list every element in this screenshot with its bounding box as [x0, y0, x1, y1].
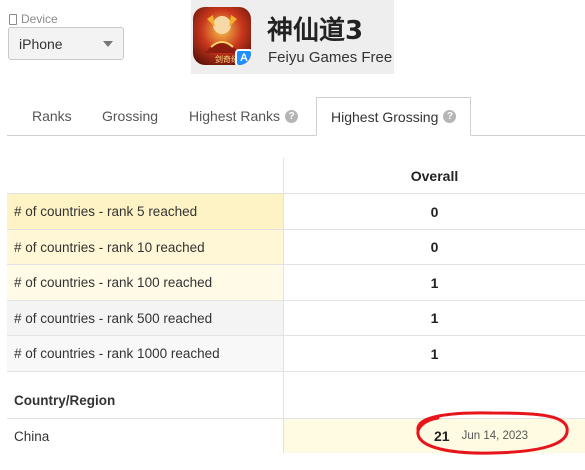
app-icon[interactable]: 剑奇缘 A: [193, 7, 251, 65]
country-region-header: Country/Region: [7, 372, 284, 418]
app-title[interactable]: 神仙道3: [267, 10, 363, 47]
table-row: # of countries - rank 5 reached 0: [7, 194, 585, 230]
row-value: 1: [430, 345, 439, 362]
red-circle-annotation: [416, 411, 569, 455]
row-value: 0: [430, 239, 439, 255]
row-label: # of countries - rank 1000 reached: [7, 336, 284, 371]
tab-ranks[interactable]: Ranks: [32, 97, 72, 135]
row-label: # of countries - rank 5 reached: [7, 194, 284, 229]
column-header-overall: Overall: [410, 167, 459, 184]
tab-label: Highest Ranks: [189, 108, 281, 124]
help-icon[interactable]: ?: [443, 110, 457, 123]
country-rank-cell: 21 Jun 14, 2023: [284, 411, 585, 455]
device-label: Device: [9, 12, 58, 26]
tab-label: Grossing: [102, 108, 159, 124]
table-row: # of countries - rank 1000 reached 1: [7, 336, 585, 372]
table-header-empty: [7, 158, 284, 193]
device-label-text: Device: [21, 12, 58, 26]
row-label: # of countries - rank 100 reached: [7, 265, 284, 300]
country-name[interactable]: China: [7, 419, 284, 453]
table-row: # of countries - rank 500 reached 1: [7, 301, 585, 336]
chevron-down-icon: [103, 40, 113, 47]
table-row[interactable]: China 21 Jun 14, 2023: [7, 411, 585, 455]
app-store-icon: A: [235, 49, 251, 65]
device-select[interactable]: iPhone: [8, 27, 124, 60]
table-header-row: Overall: [7, 158, 585, 194]
row-value: 1: [430, 310, 439, 326]
row-value: 0: [430, 203, 439, 220]
tab-grossing[interactable]: Grossing: [102, 97, 158, 135]
device-select-value: iPhone: [19, 35, 63, 52]
help-icon[interactable]: ?: [285, 109, 299, 123]
tab-label: Highest Grossing: [331, 108, 439, 125]
app-developer[interactable]: Feiyu Games Free: [268, 49, 392, 66]
row-value: 1: [430, 274, 439, 291]
table-row: # of countries - rank 100 reached 1: [7, 265, 585, 301]
tab-bar: Ranks Grossing Highest Ranks ? Highest G…: [7, 97, 585, 136]
row-label: # of countries - rank 500 reached: [7, 301, 284, 335]
tab-label: Ranks: [32, 108, 72, 124]
tab-highest-grossing[interactable]: Highest Grossing ?: [316, 97, 472, 136]
table-row: # of countries - rank 10 reached 0: [7, 230, 585, 265]
tab-highest-ranks[interactable]: Highest Ranks ?: [189, 97, 299, 135]
phone-icon: [9, 13, 17, 25]
row-label: # of countries - rank 10 reached: [7, 230, 284, 264]
app-card: 剑奇缘 A 神仙道3 Feiyu Games Free: [191, 0, 394, 74]
